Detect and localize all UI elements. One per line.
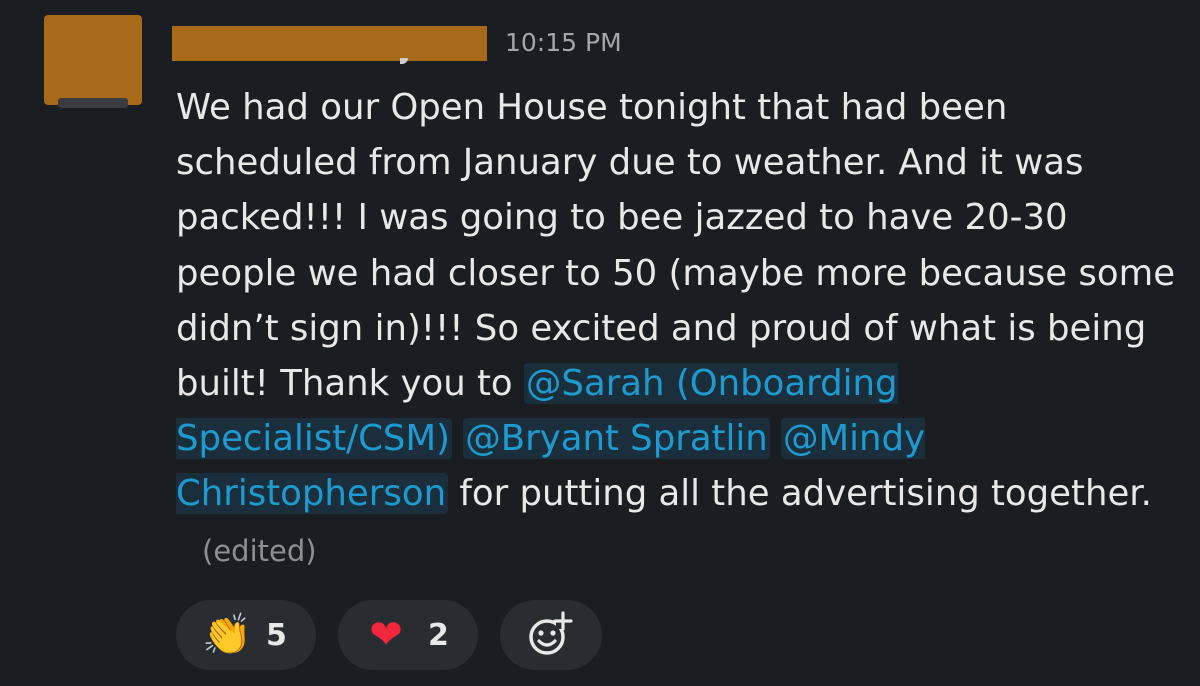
sender-name-fragment <box>400 58 408 64</box>
message-body: We had our Open House tonight that had b… <box>176 80 1176 579</box>
edited-label: (edited) <box>202 533 317 568</box>
chat-message: 10:15 PM We had our Open House tonight t… <box>0 0 1200 686</box>
reaction-count: 5 <box>266 617 287 653</box>
add-reaction-icon <box>529 611 573 655</box>
timestamp[interactable]: 10:15 PM <box>505 28 622 57</box>
reaction-clap[interactable]: 👏 5 <box>176 600 316 670</box>
sender-name[interactable] <box>172 26 487 61</box>
reaction-heart[interactable]: ❤ 2 <box>338 600 478 670</box>
heart-icon: ❤ <box>369 612 403 658</box>
add-reaction-button[interactable] <box>500 600 602 670</box>
mention-bryant-spratlin[interactable]: @Bryant Spratlin <box>463 418 770 460</box>
avatar-caption <box>58 98 128 108</box>
clapping-hands-icon: 👏 <box>202 612 252 658</box>
avatar[interactable] <box>44 15 142 105</box>
message-tail-text: for putting all the advertising together… <box>448 473 1152 515</box>
reaction-count: 2 <box>428 617 449 653</box>
message-text: We had our Open House tonight that had b… <box>176 87 1176 405</box>
